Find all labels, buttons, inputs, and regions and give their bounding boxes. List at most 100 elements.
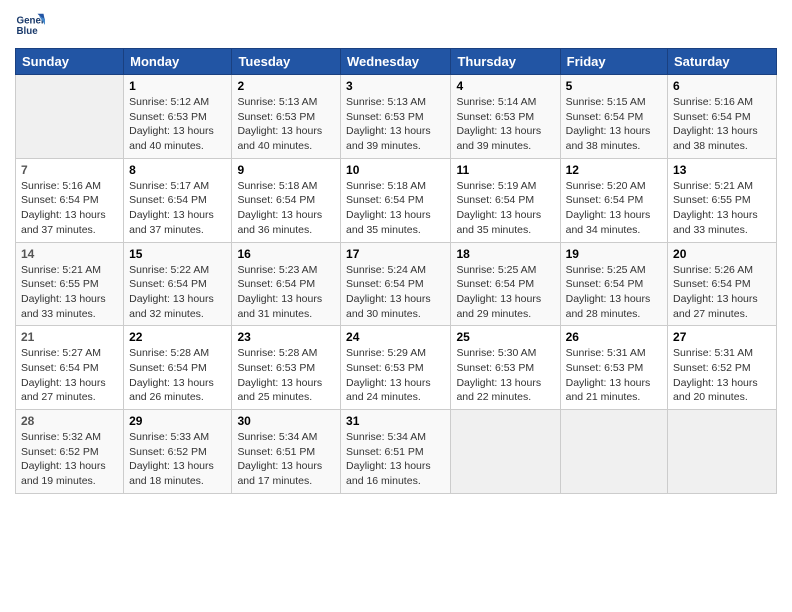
day-number: 18 — [456, 247, 554, 261]
day-number: 22 — [129, 330, 226, 344]
day-info: Sunrise: 5:21 AM Sunset: 6:55 PM Dayligh… — [673, 179, 771, 238]
day-cell: 12 Sunrise: 5:20 AM Sunset: 6:54 PM Dayli… — [560, 158, 667, 242]
day-number: 8 — [129, 163, 226, 177]
week-row-3: 14Sunrise: 5:21 AM Sunset: 6:55 PM Dayli… — [16, 242, 777, 326]
day-number: 4 — [456, 79, 554, 93]
day-cell: 20 Sunrise: 5:26 AM Sunset: 6:54 PM Dayli… — [668, 242, 777, 326]
day-info: Sunrise: 5:18 AM Sunset: 6:54 PM Dayligh… — [237, 179, 335, 238]
weekday-header-saturday: Saturday — [668, 49, 777, 75]
day-number: 5 — [566, 79, 662, 93]
day-number: 16 — [237, 247, 335, 261]
day-info: Sunrise: 5:23 AM Sunset: 6:54 PM Dayligh… — [237, 263, 335, 322]
day-number: 17 — [346, 247, 445, 261]
day-cell: 4 Sunrise: 5:14 AM Sunset: 6:53 PM Daylig… — [451, 75, 560, 159]
day-number: 2 — [237, 79, 335, 93]
day-cell: 7 Sunrise: 5:16 AM Sunset: 6:54 PM Daylig… — [16, 158, 124, 242]
day-info: Sunrise: 5:28 AM Sunset: 6:53 PM Dayligh… — [237, 346, 335, 405]
day-info: Sunrise: 5:34 AM Sunset: 6:51 PM Dayligh… — [237, 430, 335, 489]
day-cell: 29 Sunrise: 5:33 AM Sunset: 6:52 PM Dayli… — [124, 410, 232, 494]
day-info: Sunrise: 5:28 AM Sunset: 6:54 PM Dayligh… — [129, 346, 226, 405]
day-cell: 15 Sunrise: 5:22 AM Sunset: 6:54 PM Dayli… — [124, 242, 232, 326]
day-cell: 2 Sunrise: 5:13 AM Sunset: 6:53 PM Daylig… — [232, 75, 341, 159]
day-number: 10 — [346, 163, 445, 177]
day-cell: 30 Sunrise: 5:34 AM Sunset: 6:51 PM Dayli… — [232, 410, 341, 494]
calendar-table: SundayMondayTuesdayWednesdayThursdayFrid… — [15, 48, 777, 494]
day-number: 21 — [21, 330, 118, 344]
day-cell — [668, 410, 777, 494]
day-number: 6 — [673, 79, 771, 93]
day-cell — [16, 75, 124, 159]
weekday-header-friday: Friday — [560, 49, 667, 75]
day-cell: 21 Sunrise: 5:27 AM Sunset: 6:54 PM Dayli… — [16, 326, 124, 410]
day-number: 13 — [673, 163, 771, 177]
page-container: General Blue SundayMondayTuesdayWednesda… — [0, 0, 792, 504]
day-number: 7 — [21, 163, 118, 177]
day-info: Sunrise: 5:32 AM Sunset: 6:52 PM Dayligh… — [21, 430, 118, 489]
day-cell: 25 Sunrise: 5:30 AM Sunset: 6:53 PM Dayli… — [451, 326, 560, 410]
day-number: 24 — [346, 330, 445, 344]
day-cell — [560, 410, 667, 494]
day-info: Sunrise: 5:16 AM Sunset: 6:54 PM Dayligh… — [21, 179, 118, 238]
day-cell: 27 Sunrise: 5:31 AM Sunset: 6:52 PM Dayli… — [668, 326, 777, 410]
day-cell: 13 Sunrise: 5:21 AM Sunset: 6:55 PM Dayli… — [668, 158, 777, 242]
day-number: 27 — [673, 330, 771, 344]
day-cell: 8 Sunrise: 5:17 AM Sunset: 6:54 PM Daylig… — [124, 158, 232, 242]
day-cell: 31Sunrise: 5:34 AM Sunset: 6:51 PM Dayli… — [341, 410, 451, 494]
svg-text:Blue: Blue — [17, 26, 39, 37]
day-number: 26 — [566, 330, 662, 344]
day-info: Sunrise: 5:22 AM Sunset: 6:54 PM Dayligh… — [129, 263, 226, 322]
day-number: 14 — [21, 247, 118, 261]
day-info: Sunrise: 5:25 AM Sunset: 6:54 PM Dayligh… — [456, 263, 554, 322]
day-info: Sunrise: 5:30 AM Sunset: 6:53 PM Dayligh… — [456, 346, 554, 405]
day-info: Sunrise: 5:14 AM Sunset: 6:53 PM Dayligh… — [456, 95, 554, 154]
day-info: Sunrise: 5:20 AM Sunset: 6:54 PM Dayligh… — [566, 179, 662, 238]
day-info: Sunrise: 5:25 AM Sunset: 6:54 PM Dayligh… — [566, 263, 662, 322]
logo: General Blue — [15, 10, 49, 40]
day-cell: 23 Sunrise: 5:28 AM Sunset: 6:53 PM Dayli… — [232, 326, 341, 410]
day-cell: 16 Sunrise: 5:23 AM Sunset: 6:54 PM Dayli… — [232, 242, 341, 326]
day-cell: 24 Sunrise: 5:29 AM Sunset: 6:53 PM Dayli… — [341, 326, 451, 410]
day-info: Sunrise: 5:17 AM Sunset: 6:54 PM Dayligh… — [129, 179, 226, 238]
day-number: 29 — [129, 414, 226, 428]
day-number: 25 — [456, 330, 554, 344]
day-cell: 14Sunrise: 5:21 AM Sunset: 6:55 PM Dayli… — [16, 242, 124, 326]
day-info: Sunrise: 5:15 AM Sunset: 6:54 PM Dayligh… — [566, 95, 662, 154]
day-number: 30 — [237, 414, 335, 428]
day-cell: 19Sunrise: 5:25 AM Sunset: 6:54 PM Dayli… — [560, 242, 667, 326]
day-info: Sunrise: 5:33 AM Sunset: 6:52 PM Dayligh… — [129, 430, 226, 489]
day-number: 23 — [237, 330, 335, 344]
day-number: 20 — [673, 247, 771, 261]
day-info: Sunrise: 5:13 AM Sunset: 6:53 PM Dayligh… — [346, 95, 445, 154]
day-info: Sunrise: 5:34 AM Sunset: 6:51 PM Dayligh… — [346, 430, 445, 489]
day-cell: 26 Sunrise: 5:31 AM Sunset: 6:53 PM Dayli… — [560, 326, 667, 410]
day-number: 11 — [456, 163, 554, 177]
day-info: Sunrise: 5:29 AM Sunset: 6:53 PM Dayligh… — [346, 346, 445, 405]
day-info: Sunrise: 5:27 AM Sunset: 6:54 PM Dayligh… — [21, 346, 118, 405]
weekday-header-sunday: Sunday — [16, 49, 124, 75]
day-number: 12 — [566, 163, 662, 177]
day-cell: 1 Sunrise: 5:12 AM Sunset: 6:53 PM Daylig… — [124, 75, 232, 159]
day-number: 3 — [346, 79, 445, 93]
day-info: Sunrise: 5:12 AM Sunset: 6:53 PM Dayligh… — [129, 95, 226, 154]
day-cell: 17Sunrise: 5:24 AM Sunset: 6:54 PM Dayli… — [341, 242, 451, 326]
day-info: Sunrise: 5:13 AM Sunset: 6:53 PM Dayligh… — [237, 95, 335, 154]
week-row-5: 28 Sunrise: 5:32 AM Sunset: 6:52 PM Dayli… — [16, 410, 777, 494]
day-info: Sunrise: 5:26 AM Sunset: 6:54 PM Dayligh… — [673, 263, 771, 322]
week-row-1: 1 Sunrise: 5:12 AM Sunset: 6:53 PM Daylig… — [16, 75, 777, 159]
header: General Blue — [15, 10, 777, 40]
day-info: Sunrise: 5:18 AM Sunset: 6:54 PM Dayligh… — [346, 179, 445, 238]
day-cell: 6 Sunrise: 5:16 AM Sunset: 6:54 PM Daylig… — [668, 75, 777, 159]
day-number: 28 — [21, 414, 118, 428]
day-cell: 9 Sunrise: 5:18 AM Sunset: 6:54 PM Daylig… — [232, 158, 341, 242]
day-number: 15 — [129, 247, 226, 261]
day-number: 1 — [129, 79, 226, 93]
day-cell: 11Sunrise: 5:19 AM Sunset: 6:54 PM Dayli… — [451, 158, 560, 242]
week-row-4: 21 Sunrise: 5:27 AM Sunset: 6:54 PM Dayli… — [16, 326, 777, 410]
day-info: Sunrise: 5:16 AM Sunset: 6:54 PM Dayligh… — [673, 95, 771, 154]
weekday-header-tuesday: Tuesday — [232, 49, 341, 75]
day-info: Sunrise: 5:31 AM Sunset: 6:52 PM Dayligh… — [673, 346, 771, 405]
day-number: 9 — [237, 163, 335, 177]
day-info: Sunrise: 5:31 AM Sunset: 6:53 PM Dayligh… — [566, 346, 662, 405]
day-cell: 5 Sunrise: 5:15 AM Sunset: 6:54 PM Daylig… — [560, 75, 667, 159]
day-cell: 18 Sunrise: 5:25 AM Sunset: 6:54 PM Dayli… — [451, 242, 560, 326]
